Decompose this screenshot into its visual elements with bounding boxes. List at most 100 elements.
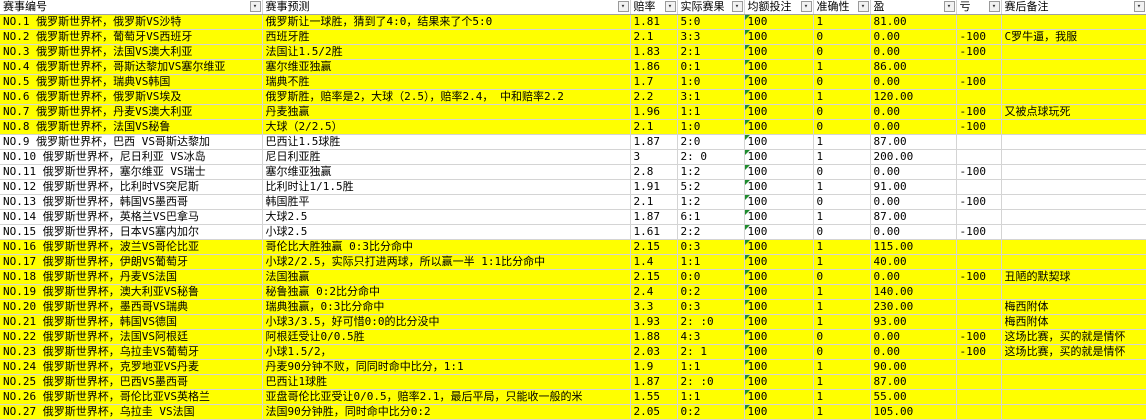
cell-post-match-note[interactable] <box>1001 374 1146 390</box>
cell-stake[interactable]: 100 <box>744 404 814 420</box>
cell-match-id[interactable]: NO.22 俄罗斯世界杯，法国VS阿根廷 <box>0 329 263 345</box>
cell-profit[interactable]: 0.00 <box>870 164 957 180</box>
cell-actual-result[interactable]: 2: :0 <box>677 374 745 390</box>
cell-match-id[interactable]: NO.16 俄罗斯世界杯，波兰VS哥伦比亚 <box>0 239 263 255</box>
cell-match-id[interactable]: NO.23 俄罗斯世界杯，乌拉圭VS葡萄牙 <box>0 344 263 360</box>
cell-odds[interactable]: 1.9 <box>630 359 678 375</box>
filter-dropdown-icon[interactable]: ▾ <box>857 1 869 12</box>
cell-actual-result[interactable]: 0:0 <box>677 269 745 285</box>
filter-dropdown-icon[interactable]: ▾ <box>1133 1 1145 12</box>
cell-prediction[interactable]: 小球2.5 <box>262 224 631 240</box>
cell-match-id[interactable]: NO.6 俄罗斯世界杯，俄罗斯VS埃及 <box>0 89 263 105</box>
cell-loss[interactable]: -100 <box>956 119 1002 135</box>
cell-actual-result[interactable]: 5:0 <box>677 14 745 30</box>
filter-dropdown-icon[interactable]: ▾ <box>617 1 629 12</box>
header-prediction[interactable]: 赛事预测 ▾ <box>262 0 631 15</box>
cell-match-id[interactable]: NO.26 俄罗斯世界杯，哥伦比亚VS英格兰 <box>0 389 263 405</box>
header-profit[interactable]: 盈 ▾ <box>870 0 957 15</box>
cell-post-match-note[interactable] <box>1001 179 1146 195</box>
cell-accuracy[interactable]: 0 <box>813 269 871 285</box>
cell-match-id[interactable]: NO.10 俄罗斯世界杯，尼日利亚 VS冰岛 <box>0 149 263 165</box>
cell-loss[interactable] <box>956 59 1002 75</box>
cell-post-match-note[interactable]: 丑陋的默契球 <box>1001 269 1146 285</box>
cell-profit[interactable]: 120.00 <box>870 89 957 105</box>
cell-post-match-note[interactable] <box>1001 209 1146 225</box>
cell-odds[interactable]: 1.83 <box>630 44 678 60</box>
cell-match-id[interactable]: NO.9 俄罗斯世界杯，巴西 VS哥斯达黎加 <box>0 134 263 150</box>
header-post-match-note[interactable]: 赛后备注 ▾ <box>1001 0 1146 15</box>
cell-post-match-note[interactable]: 这场比赛，买的就是情怀 <box>1001 329 1146 345</box>
cell-prediction[interactable]: 塞尔维亚独赢 <box>262 59 631 75</box>
cell-profit[interactable]: 105.00 <box>870 404 957 420</box>
cell-prediction[interactable]: 比利时让1/1.5胜 <box>262 179 631 195</box>
cell-loss[interactable]: -100 <box>956 164 1002 180</box>
cell-profit[interactable]: 0.00 <box>870 74 957 90</box>
cell-accuracy[interactable]: 1 <box>813 284 871 300</box>
cell-odds[interactable]: 2.1 <box>630 194 678 210</box>
cell-stake[interactable]: 100 <box>744 314 814 330</box>
cell-stake[interactable]: 100 <box>744 194 814 210</box>
cell-prediction[interactable]: 西班牙胜 <box>262 29 631 45</box>
cell-profit[interactable]: 0.00 <box>870 224 957 240</box>
cell-stake[interactable]: 100 <box>744 134 814 150</box>
cell-post-match-note[interactable] <box>1001 119 1146 135</box>
cell-match-id[interactable]: NO.14 俄罗斯世界杯，英格兰VS巴拿马 <box>0 209 263 225</box>
cell-loss[interactable] <box>956 89 1002 105</box>
cell-match-id[interactable]: NO.11 俄罗斯世界杯，塞尔维亚 VS瑞士 <box>0 164 263 180</box>
cell-match-id[interactable]: NO.19 俄罗斯世界杯，澳大利亚VS秘鲁 <box>0 284 263 300</box>
cell-accuracy[interactable]: 1 <box>813 239 871 255</box>
cell-loss[interactable] <box>956 149 1002 165</box>
cell-stake[interactable]: 100 <box>744 179 814 195</box>
cell-loss[interactable] <box>956 374 1002 390</box>
cell-loss[interactable]: -100 <box>956 44 1002 60</box>
cell-loss[interactable] <box>956 299 1002 315</box>
cell-prediction[interactable]: 小球2/2.5，实际只打进两球，所以赢一半 1:1比分命中 <box>262 254 631 270</box>
cell-profit[interactable]: 0.00 <box>870 29 957 45</box>
cell-accuracy[interactable]: 0 <box>813 104 871 120</box>
cell-accuracy[interactable]: 0 <box>813 74 871 90</box>
header-stake[interactable]: 均额投注 ▾ <box>744 0 814 15</box>
cell-odds[interactable]: 1.91 <box>630 179 678 195</box>
cell-actual-result[interactable]: 3:3 <box>677 29 745 45</box>
cell-post-match-note[interactable] <box>1001 239 1146 255</box>
cell-match-id[interactable]: NO.17 俄罗斯世界杯，伊朗VS葡萄牙 <box>0 254 263 270</box>
cell-stake[interactable]: 100 <box>744 59 814 75</box>
cell-post-match-note[interactable] <box>1001 389 1146 405</box>
cell-loss[interactable] <box>956 239 1002 255</box>
cell-odds[interactable]: 2.1 <box>630 119 678 135</box>
cell-prediction[interactable]: 秘鲁独赢 0:2比分命中 <box>262 284 631 300</box>
cell-stake[interactable]: 100 <box>744 44 814 60</box>
cell-odds[interactable]: 2.1 <box>630 29 678 45</box>
filter-dropdown-icon[interactable]: ▾ <box>988 1 1000 12</box>
cell-stake[interactable]: 100 <box>744 269 814 285</box>
cell-odds[interactable]: 2.8 <box>630 164 678 180</box>
cell-loss[interactable] <box>956 389 1002 405</box>
cell-post-match-note[interactable] <box>1001 134 1146 150</box>
cell-stake[interactable]: 100 <box>744 284 814 300</box>
cell-odds[interactable]: 1.7 <box>630 74 678 90</box>
cell-stake[interactable]: 100 <box>744 254 814 270</box>
cell-actual-result[interactable]: 5:2 <box>677 179 745 195</box>
cell-loss[interactable]: -100 <box>956 194 1002 210</box>
cell-odds[interactable]: 1.87 <box>630 374 678 390</box>
cell-accuracy[interactable]: 1 <box>813 374 871 390</box>
cell-actual-result[interactable]: 0:2 <box>677 404 745 420</box>
cell-accuracy[interactable]: 0 <box>813 164 871 180</box>
header-loss[interactable]: 亏 ▾ <box>956 0 1002 15</box>
cell-prediction[interactable]: 巴西让1球胜 <box>262 374 631 390</box>
cell-accuracy[interactable]: 0 <box>813 29 871 45</box>
cell-post-match-note[interactable]: 梅西附体 <box>1001 299 1146 315</box>
cell-profit[interactable]: 87.00 <box>870 134 957 150</box>
cell-stake[interactable]: 100 <box>744 329 814 345</box>
cell-match-id[interactable]: NO.7 俄罗斯世界杯，丹麦VS澳大利亚 <box>0 104 263 120</box>
cell-odds[interactable]: 1.81 <box>630 14 678 30</box>
filter-dropdown-icon[interactable]: ▾ <box>800 1 812 12</box>
cell-stake[interactable]: 100 <box>744 119 814 135</box>
cell-stake[interactable]: 100 <box>744 224 814 240</box>
cell-profit[interactable]: 86.00 <box>870 59 957 75</box>
cell-actual-result[interactable]: 0:3 <box>677 239 745 255</box>
cell-profit[interactable]: 87.00 <box>870 209 957 225</box>
cell-profit[interactable]: 0.00 <box>870 104 957 120</box>
cell-prediction[interactable]: 巴西让1.5球胜 <box>262 134 631 150</box>
cell-odds[interactable]: 2.15 <box>630 269 678 285</box>
